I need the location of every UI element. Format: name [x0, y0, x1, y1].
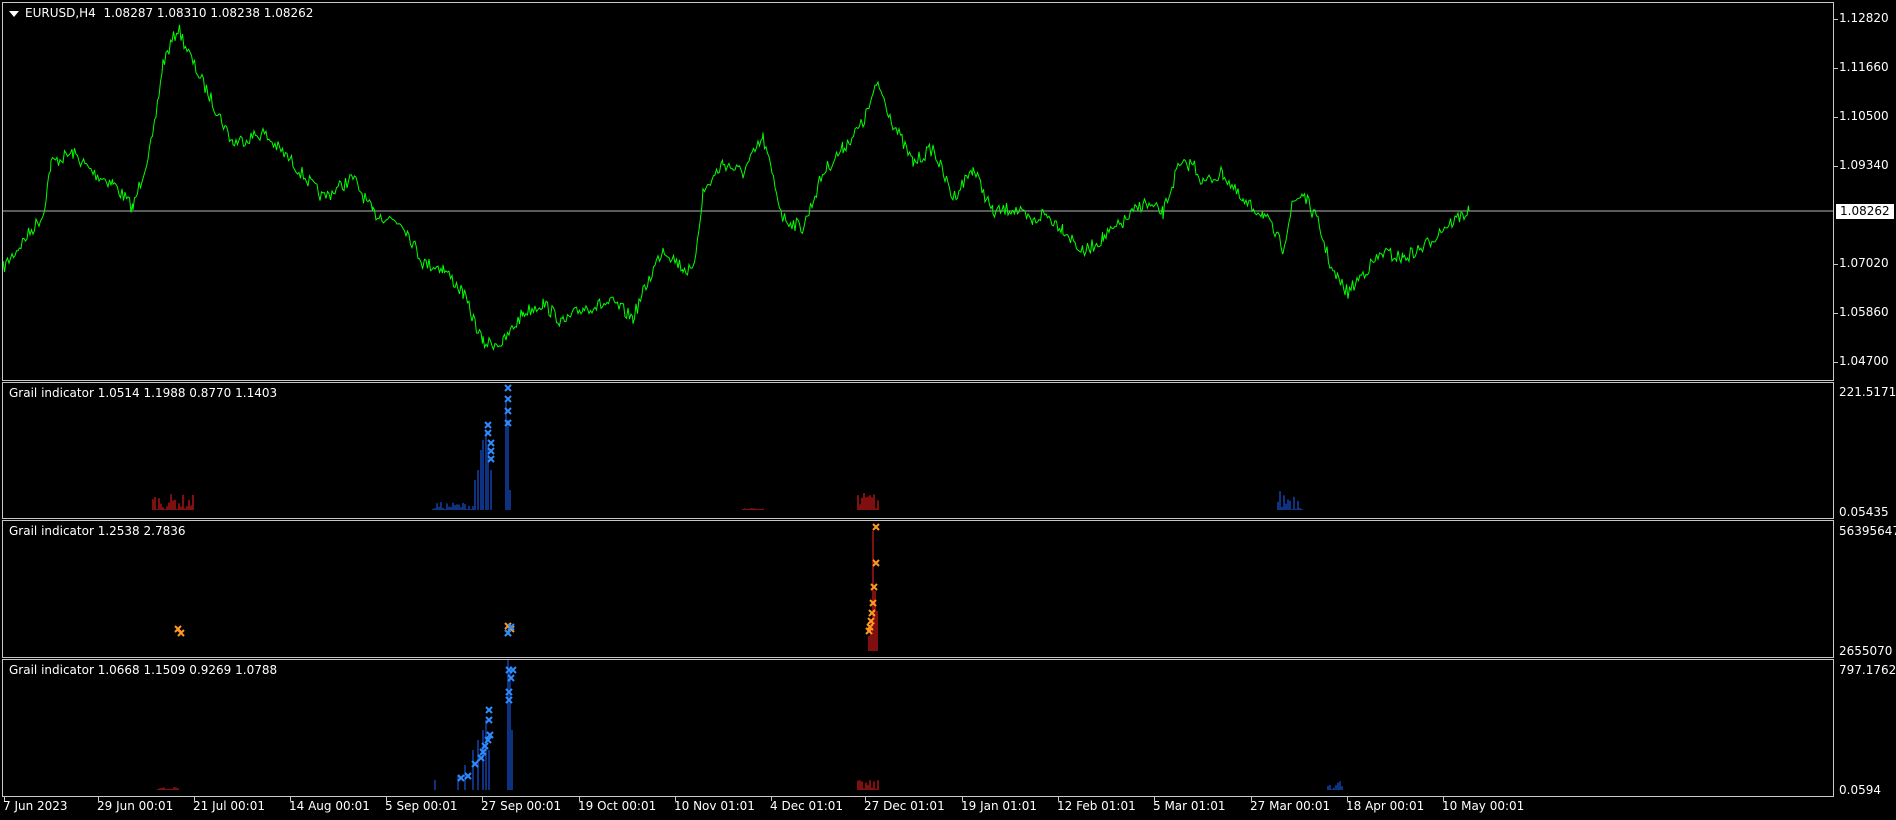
time-axis-label: 12 Feb 01:01 — [1057, 799, 1136, 813]
signal-cross-marker — [487, 439, 495, 447]
time-axis-tick — [1154, 797, 1155, 801]
price-axis-tick — [1834, 264, 1838, 265]
indicator-1-bottom-value: 0.05435 — [1839, 505, 1889, 519]
indicator-2-top-value: 5639564741 — [1839, 524, 1896, 538]
signal-cross-marker — [484, 421, 492, 429]
time-axis-tick — [1251, 797, 1252, 801]
signal-cross-marker — [504, 384, 512, 392]
indicator-3-bottom-value: 0.0594 — [1839, 783, 1881, 797]
time-axis-label: 27 Dec 01:01 — [864, 799, 945, 813]
signal-cross-marker — [505, 666, 513, 674]
time-axis-tick — [579, 797, 580, 801]
price-chart-pane[interactable]: EURUSD,H4 1.08287 1.08310 1.08238 1.0826… — [2, 2, 1834, 381]
price-axis-label: 1.10500 — [1839, 109, 1889, 123]
signal-cross-marker — [505, 696, 513, 704]
time-axis-label: 19 Jan 01:01 — [961, 799, 1037, 813]
time-axis-tick — [1058, 797, 1059, 801]
signal-cross-marker — [872, 523, 880, 531]
indicator-2-bottom-value: 2655070 — [1839, 644, 1893, 658]
time-axis-tick — [98, 797, 99, 801]
indicator-1-title: Grail indicator 1.0514 1.1988 0.8770 1.1… — [9, 386, 278, 400]
dropdown-triangle-icon[interactable] — [9, 10, 19, 17]
time-axis-label: 10 Nov 01:01 — [674, 799, 755, 813]
time-axis-label: 7 Jun 2023 — [3, 799, 68, 813]
signal-cross-marker — [464, 772, 472, 780]
indicator-3-title: Grail indicator 1.0668 1.1509 0.9269 1.0… — [9, 663, 278, 677]
time-axis-label: 19 Oct 00:01 — [578, 799, 657, 813]
time-axis-tick — [1443, 797, 1444, 801]
time-axis-tick — [675, 797, 676, 801]
time-axis-label: 27 Mar 00:01 — [1250, 799, 1331, 813]
indicator-1-top-value: 221.5171 — [1839, 385, 1896, 399]
price-axis-label: 1.11660 — [1839, 60, 1889, 74]
time-axis-label: 14 Aug 00:01 — [289, 799, 370, 813]
signal-cross-marker — [487, 447, 495, 455]
signal-cross-marker — [870, 583, 878, 591]
signal-cross-marker — [868, 609, 876, 617]
price-axis-tick — [1834, 117, 1838, 118]
time-axis-label: 5 Sep 00:01 — [385, 799, 458, 813]
price-axis-tick — [1834, 313, 1838, 314]
price-line-chart — [3, 24, 1833, 351]
time-axis-tick — [194, 797, 195, 801]
price-axis-label: 1.05860 — [1839, 305, 1889, 319]
time-axis-label: 27 Sep 00:01 — [481, 799, 562, 813]
price-axis-label: 1.09340 — [1839, 158, 1889, 172]
time-axis-tick — [962, 797, 963, 801]
price-series-line — [3, 24, 1470, 351]
price-axis-tick — [1834, 166, 1838, 167]
price-axis-label: 1.04700 — [1839, 354, 1889, 368]
signal-cross-marker — [505, 688, 513, 696]
time-axis-tick — [1347, 797, 1348, 801]
price-axis-tick — [1834, 19, 1838, 20]
time-axis-tick — [771, 797, 772, 801]
time-axis-label: 4 Dec 01:01 — [770, 799, 844, 813]
price-axis-label: 1.12820 — [1839, 11, 1889, 25]
ohlc-values: 1.08287 1.08310 1.08238 1.08262 — [103, 6, 314, 20]
signal-cross-marker — [507, 674, 515, 682]
indicator-3-top-value: 797.1762 — [1839, 663, 1896, 677]
indicator-pane-3[interactable]: Grail indicator 1.0668 1.1509 0.9269 1.0… — [2, 659, 1834, 797]
price-axis-label: 1.07020 — [1839, 256, 1889, 270]
indicator-pane-1[interactable]: Grail indicator 1.0514 1.1988 0.8770 1.1… — [2, 382, 1834, 519]
indicator-pane-2[interactable]: Grail indicator 1.2538 2.7836 — [2, 520, 1834, 658]
time-axis-tick — [865, 797, 866, 801]
time-axis-label: 10 May 00:01 — [1442, 799, 1525, 813]
time-axis-tick — [482, 797, 483, 801]
time-axis-label: 29 Jun 00:01 — [97, 799, 174, 813]
price-axis-tick — [1834, 362, 1838, 363]
symbol-label: EURUSD,H4 — [25, 6, 96, 20]
signal-cross-marker — [457, 774, 465, 782]
time-axis-tick — [290, 797, 291, 801]
time-axis-tick — [386, 797, 387, 801]
signal-cross-marker — [504, 395, 512, 403]
indicator-2-title: Grail indicator 1.2538 2.7836 — [9, 524, 186, 538]
price-axis-tick — [1834, 68, 1838, 69]
time-axis-label: 18 Apr 00:01 — [1346, 799, 1425, 813]
signal-cross-marker — [485, 716, 493, 724]
time-axis-label: 5 Mar 01:01 — [1153, 799, 1226, 813]
time-axis-label: 21 Jul 00:01 — [193, 799, 265, 813]
time-axis-tick — [4, 797, 5, 801]
indicator-3-histogram — [157, 660, 1343, 790]
indicator-1-histogram — [152, 384, 1303, 510]
signal-cross-marker — [485, 706, 493, 714]
signal-cross-marker — [872, 559, 880, 567]
chart-title: EURUSD,H4 1.08287 1.08310 1.08238 1.0826… — [9, 6, 313, 20]
signal-cross-marker — [487, 455, 495, 463]
current-price-tag: 1.08262 — [1836, 204, 1894, 219]
indicator-2-histogram — [174, 523, 880, 651]
